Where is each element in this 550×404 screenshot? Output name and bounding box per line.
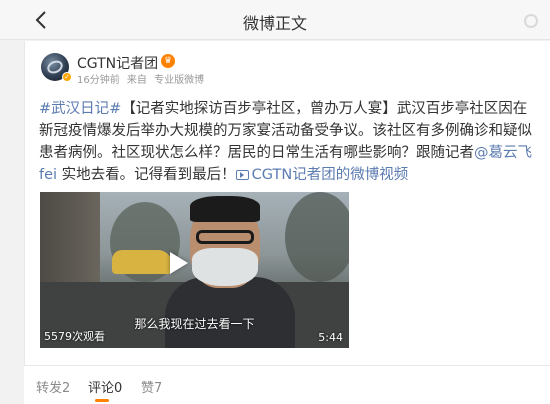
post-headline: 【记者实地探访百步亭社区，曾办万人宴】 (121, 101, 397, 117)
video-scene-glasses (196, 230, 254, 244)
weibo-post-card: ✓ CGTN记者团 ♛ 16分钟前 来自 专业版微博 #武汉日记#【记者实地探访… (24, 41, 550, 365)
post-action-tabs: 转发2 评论0 赞7 (24, 365, 550, 404)
user-name[interactable]: CGTN记者团 (77, 53, 158, 73)
video-duration: 5:44 (318, 331, 343, 344)
hashtag-link[interactable]: #武汉日记# (39, 101, 121, 117)
post-meta: 16分钟前 来自 专业版微博 (77, 71, 208, 86)
post-text: #武汉日记#【记者实地探访百步亭社区，曾办万人宴】武汉百步亭社区因在新冠疫情爆发… (39, 98, 539, 186)
video-scene-car (112, 250, 172, 274)
play-icon[interactable] (170, 252, 188, 274)
video-scene-hair (190, 196, 260, 222)
view-count: 5579次观看 (44, 330, 105, 343)
post-source[interactable]: 专业版微博 (154, 75, 204, 86)
video-scene-mask (192, 248, 258, 286)
satellite-icon (45, 58, 65, 76)
tab-comments[interactable]: 评论0 (88, 377, 122, 396)
active-tab-indicator (95, 399, 109, 402)
video-scene-tree (285, 192, 349, 282)
video-icon (235, 170, 249, 180)
vip-badge-icon: ♛ (161, 54, 175, 68)
video-player[interactable]: 那么我现在过去看一下 5579次观看 5:44 (40, 192, 349, 348)
tab-repost[interactable]: 转发2 (36, 377, 70, 396)
post-time: 16分钟前 (77, 75, 120, 86)
video-link-label: CGTN记者团的微博视频 (251, 167, 409, 183)
verified-badge-icon: ✓ (62, 72, 72, 82)
tab-likes[interactable]: 赞7 (141, 377, 162, 396)
page-title: 微博正文 (242, 14, 307, 33)
post-body-2: 实地去看。记得看到最后！ (57, 167, 236, 183)
more-icon[interactable] (524, 14, 538, 28)
source-prefix: 来自 (126, 75, 147, 86)
top-navigation-bar: 微博正文 (0, 0, 550, 40)
video-link[interactable]: CGTN记者团的微博视频 (235, 167, 409, 183)
